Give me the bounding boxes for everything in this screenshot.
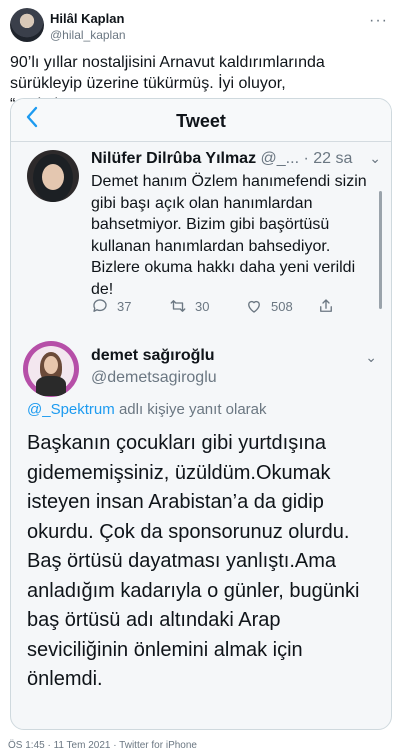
quoted-time: 22 sa <box>313 150 353 167</box>
retweet-count: 30 <box>195 298 210 314</box>
like-count: 508 <box>271 298 293 314</box>
reply-context: @_Spektrum adlı kişiye yanıt olarak <box>27 401 267 418</box>
quoted-handle: @_... <box>260 150 300 167</box>
share-action <box>317 297 335 315</box>
divider <box>11 141 391 142</box>
quoted-name: Nilüfer Dilrûba Yılmaz <box>91 150 257 167</box>
reply-more-icon: ⌄ <box>365 349 377 365</box>
screenshot-nav-title: Tweet <box>176 111 226 131</box>
reply-count: 37 <box>117 298 132 314</box>
quoted-header: Nilüfer Dilrûba Yılmaz @_... · 22 sa <box>91 150 353 167</box>
more-icon[interactable]: ··· <box>369 12 388 30</box>
quoted-more-icon: ⌄ <box>369 150 381 166</box>
reply-to-suffix: adlı kişiye yanıt olarak <box>118 401 267 418</box>
scroll-indicator <box>379 191 382 309</box>
like-action: 508 <box>245 297 293 315</box>
quoted-actions: 37 30 508 <box>91 297 381 317</box>
share-icon <box>320 299 332 312</box>
quoted-text: Demet hanım Özlem hanımefendi sizin gibi… <box>91 173 367 298</box>
reply-text: Başkanın çocukları gibi yurtdışına gidem… <box>27 432 360 690</box>
reply-icon <box>93 299 107 312</box>
reply-to-link: @_Spektrum <box>27 401 115 418</box>
author-name[interactable]: Hilâl Kaplan <box>50 11 124 26</box>
reply-name: demet sağıroğlu <box>91 347 215 364</box>
tweet-meta[interactable]: ÖS 1:45 · 11 Tem 2021 · Twitter for iPho… <box>8 740 197 751</box>
quoted-avatar <box>27 150 79 202</box>
author-handle[interactable]: @hilal_kaplan <box>50 28 126 42</box>
reply-action: 37 <box>91 297 131 315</box>
author-avatar[interactable] <box>10 8 44 42</box>
reply-handle: @demetsagiroglu <box>91 369 217 386</box>
retweet-action: 30 <box>169 297 209 315</box>
screenshot-nav-bar: Tweet <box>11 99 391 141</box>
tweet-header: Hilâl Kaplan @hilal_kaplan ··· <box>0 0 402 50</box>
like-icon <box>248 300 260 313</box>
retweet-icon <box>170 300 186 312</box>
attached-screenshot[interactable]: Tweet Nilüfer Dilrûba Yılmaz @_... · 22 … <box>10 98 392 730</box>
reply-avatar <box>23 341 79 397</box>
